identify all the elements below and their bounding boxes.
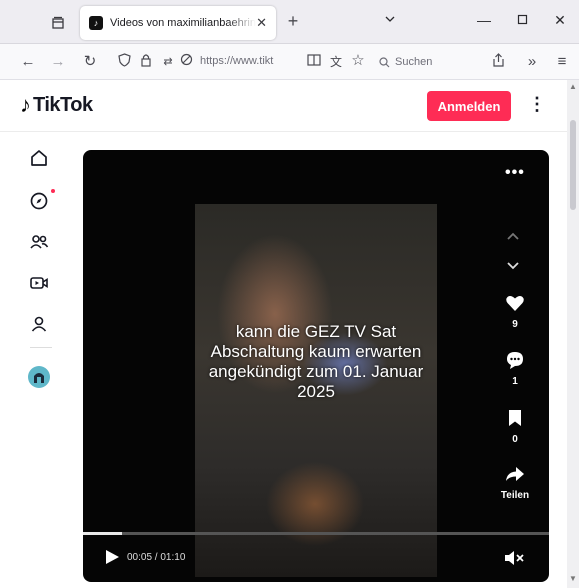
video-caption-overlay: kann die GEZ TV Sat Abschaltung kaum erw… [208,322,424,401]
tab-title: Videos von maximilianbaehring [110,17,256,29]
video-more-icon[interactable]: ••• [505,164,525,182]
browser-tab-strip: ♪ Videos von maximilianbaehring ✕ + — ✕ [0,0,579,44]
play-icon [106,550,119,564]
following-icon[interactable] [26,229,52,255]
comment-icon [507,352,523,369]
minimize-icon[interactable]: — [472,12,496,28]
search-icon [379,56,390,67]
shield-icon[interactable] [114,53,134,72]
back-icon[interactable]: ← [18,53,38,71]
url-bar[interactable]: ⇄ https://www.tikt 文 ☆ [108,49,368,75]
bookmark-icon [509,410,521,426]
left-sidebar [0,133,78,588]
share-page-icon[interactable] [488,53,508,72]
lock-icon[interactable] [136,53,156,72]
tracking-protection-icon[interactable] [176,53,196,71]
tab-close-icon[interactable]: ✕ [256,15,267,31]
video-progress-bar[interactable] [83,532,549,535]
scroll-down-icon[interactable]: ▼ [569,574,577,583]
search-input[interactable]: Suchen [371,49,469,75]
play-button[interactable] [103,548,121,566]
logo-text: TikTok [33,93,93,116]
next-video-icon[interactable] [506,258,520,274]
maximize-icon[interactable] [510,12,534,28]
tiktok-logo[interactable]: ♪ TikTok [20,93,93,117]
login-button[interactable]: Anmelden [427,91,511,121]
mute-button[interactable] [503,549,525,567]
explore-icon[interactable] [26,188,55,214]
heart-icon [506,296,524,311]
muted-speaker-icon [505,551,524,565]
chevron-down-icon[interactable] [378,12,402,28]
url-text[interactable]: https://www.tikt [200,55,300,67]
forward-icon[interactable]: → [48,53,68,71]
plus-icon[interactable]: + [282,11,304,32]
browser-nav-bar: ← → ↻ ⇄ https://www.tikt 文 ☆ Suchen » ≡ [0,44,579,80]
video-time: 00:05 / 01:10 [127,552,186,563]
tiktok-header: ♪ TikTok Anmelden ⋮ [0,80,567,132]
share-arrow-icon [506,467,524,481]
live-icon[interactable] [26,270,52,296]
menu-icon[interactable]: ≡ [552,53,572,71]
video-progress-fill [83,532,122,535]
more-options-icon[interactable]: ⋮ [528,94,546,115]
search-placeholder: Suchen [395,56,433,68]
save-count: 0 [512,434,518,445]
save-button[interactable]: 0 [495,408,535,445]
translate-icon[interactable]: 文 [326,53,346,71]
tab-list-icon[interactable] [48,13,68,33]
reload-icon[interactable]: ↻ [80,53,100,71]
notification-dot [51,189,55,193]
share-label: Teilen [500,490,530,501]
browser-tab[interactable]: ♪ Videos von maximilianbaehring ✕ [80,6,276,40]
tiktok-note-icon: ♪ [20,92,31,117]
permissions-icon[interactable]: ⇄ [158,53,178,71]
tiktok-icon: ♪ [89,16,103,30]
comment-count: 1 [512,376,518,387]
overflow-chevrons-icon[interactable]: » [522,53,542,71]
close-window-icon[interactable]: ✕ [548,12,572,29]
profile-icon[interactable] [26,311,52,337]
sidebar-divider [30,347,52,348]
home-icon[interactable] [26,145,52,171]
previous-video-icon[interactable] [506,228,520,244]
comment-button[interactable]: 1 [495,350,535,387]
page-scrollbar[interactable]: ▲ ▼ [567,80,579,588]
share-button[interactable]: Teilen [495,464,535,501]
reader-view-icon[interactable] [304,53,324,71]
video-player[interactable]: kann die GEZ TV Sat Abschaltung kaum erw… [83,150,549,582]
like-count: 9 [512,319,518,330]
like-button[interactable]: 9 [495,293,535,330]
scrollbar-thumb[interactable] [570,120,576,210]
bookmark-star-icon[interactable]: ☆ [348,52,368,70]
scroll-up-icon[interactable]: ▲ [569,82,577,91]
channel-badge-icon[interactable] [28,366,50,388]
